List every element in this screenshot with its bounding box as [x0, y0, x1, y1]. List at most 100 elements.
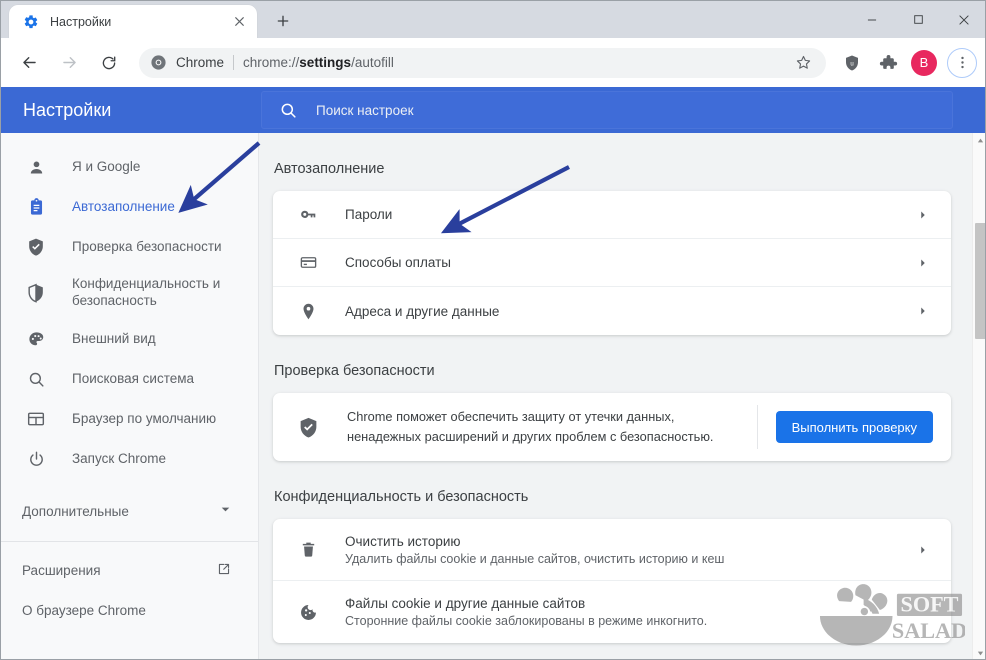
sidebar-item-label: Проверка безопасности — [72, 238, 222, 254]
tab-title: Настройки — [50, 14, 112, 29]
row-sublabel: Удалить файлы cookie и данные сайтов, оч… — [345, 551, 725, 566]
sidebar-item-default-browser[interactable]: Браузер по умолчанию — [1, 399, 258, 439]
settings-main-content: Автозаполнение Пароли Способы оплаты Адр… — [259, 133, 985, 659]
shield-check-filled-icon — [297, 416, 321, 439]
scroll-down-arrow-icon[interactable] — [973, 646, 985, 659]
credit-card-icon — [297, 253, 319, 272]
safety-check-card: Chrome поможет обеспечить защиту от утеч… — [273, 393, 951, 461]
sidebar-advanced-label: Дополнительные — [22, 503, 129, 519]
row-cookies-and-site-data[interactable]: Файлы cookie и другие данные сайтов Стор… — [273, 581, 951, 643]
location-pin-icon — [297, 302, 319, 321]
main-scrollbar[interactable] — [972, 133, 985, 659]
sidebar-item-autofill[interactable]: Автозаполнение — [1, 187, 258, 227]
svg-text:u: u — [850, 61, 853, 67]
row-label: Файлы cookie и другие данные сайтов — [345, 596, 586, 611]
back-arrow-icon[interactable] — [13, 47, 45, 79]
maximize-icon[interactable] — [895, 1, 941, 38]
run-safety-check-button[interactable]: Выполнить проверку — [775, 411, 933, 443]
sidebar-item-extensions[interactable]: Расширения — [1, 550, 258, 590]
sidebar-item-label: Автозаполнение — [72, 198, 175, 214]
avatar[interactable]: B — [911, 49, 937, 76]
clipboard-icon — [25, 197, 47, 217]
sidebar-item-about-chrome[interactable]: О браузере Chrome — [1, 590, 258, 630]
chrome-logo-icon — [150, 54, 167, 71]
shield-check-filled-icon — [25, 237, 47, 257]
row-label: Адреса и другие данные — [345, 303, 500, 319]
sidebar-item-label: Конфиденциальность и безопасность — [72, 276, 221, 308]
row-payment-methods[interactable]: Способы оплаты — [273, 239, 951, 287]
safety-check-description: Chrome поможет обеспечить защиту от утеч… — [347, 407, 757, 447]
address-bar-url: chrome://settings/autofill — [243, 55, 394, 70]
row-texts: Очистить историю Удалить файлы cookie и … — [345, 534, 917, 566]
sidebar-item-label: Запуск Chrome — [72, 450, 166, 466]
safety-text-line1: Chrome поможет обеспечить защиту от утеч… — [347, 409, 675, 425]
close-icon[interactable] — [941, 1, 985, 38]
tab-strip: Настройки — [1, 1, 985, 38]
scrollbar-thumb[interactable] — [975, 223, 985, 339]
sidebar-item-privacy-and-security[interactable]: Конфиденциальность и безопасность — [1, 267, 258, 319]
sidebar-item-label: Поисковая система — [72, 370, 195, 386]
autofill-card: Пароли Способы оплаты Адреса и другие да… — [273, 191, 951, 335]
row-label: Способы оплаты — [345, 255, 451, 270]
browser-window: Настройки Chrome chrome://settings/autof… — [0, 0, 986, 660]
security-chip-label: Chrome — [176, 55, 225, 70]
sidebar-extensions-label: Расширения — [22, 562, 101, 578]
search-icon — [279, 101, 298, 120]
address-bar[interactable]: Chrome chrome://settings/autofill — [139, 47, 826, 78]
section-title-privacy: Конфиденциальность и безопасность — [274, 489, 529, 505]
row-label: Очистить историю — [345, 533, 461, 549]
new-tab-button[interactable] — [269, 7, 297, 35]
palette-icon — [25, 330, 47, 349]
sidebar-item-you-and-google[interactable]: Я и Google — [1, 147, 258, 187]
trash-icon — [297, 540, 319, 559]
shield-half-icon — [25, 283, 47, 303]
shield-extension-icon[interactable]: u — [837, 48, 867, 78]
chevron-down-icon — [219, 503, 232, 519]
row-label: Пароли — [345, 207, 393, 222]
sidebar-item-safety-check[interactable]: Проверка безопасности — [1, 227, 258, 267]
bookmark-star-icon[interactable] — [785, 54, 812, 71]
browser-tab-settings[interactable]: Настройки — [9, 5, 257, 38]
cookie-icon — [297, 603, 319, 622]
sidebar-about-label: О браузере Chrome — [22, 602, 146, 618]
sidebar-item-on-startup[interactable]: Запуск Chrome — [1, 439, 258, 479]
external-link-icon — [216, 561, 232, 580]
settings-body: Я и Google Автозаполнение Проверка безоп… — [1, 133, 985, 659]
search-settings-input[interactable]: Поиск настроек — [261, 91, 953, 129]
row-clear-browsing-data[interactable]: Очистить историю Удалить файлы cookie и … — [273, 519, 951, 581]
forward-arrow-icon[interactable] — [53, 47, 85, 79]
puzzle-extensions-icon[interactable] — [873, 48, 903, 78]
settings-header: Настройки Поиск настроек — [1, 87, 985, 133]
row-texts: Файлы cookie и другие данные сайтов Стор… — [345, 596, 929, 628]
sidebar-item-label: Внешний вид — [72, 330, 156, 346]
sidebar-item-search-engine[interactable]: Поисковая система — [1, 359, 258, 399]
sidebar-item-advanced[interactable]: Дополнительные — [1, 487, 258, 535]
three-dot-menu-icon[interactable] — [947, 47, 977, 78]
window-controls — [849, 1, 985, 38]
chevron-right-icon — [917, 544, 929, 556]
settings-gear-icon — [23, 14, 39, 30]
privacy-card: Очистить историю Удалить файлы cookie и … — [273, 519, 951, 643]
minimize-icon[interactable] — [849, 1, 895, 38]
sidebar-item-label: Браузер по умолчанию — [72, 410, 217, 426]
scroll-up-arrow-icon[interactable] — [973, 133, 985, 148]
chevron-right-icon — [917, 209, 929, 221]
page-title: Настройки — [23, 99, 112, 120]
section-title-safety-check: Проверка безопасности — [274, 363, 435, 379]
row-addresses[interactable]: Адреса и другие данные — [273, 287, 951, 335]
safety-card-divider — [756, 405, 758, 449]
section-title-autofill: Автозаполнение — [274, 161, 385, 177]
sidebar-divider — [1, 541, 258, 542]
row-sublabel: Сторонние файлы cookie заблокированы в р… — [345, 614, 708, 628]
safety-text-line2: ненадежных расширений и других проблем с… — [347, 429, 714, 444]
reload-icon[interactable] — [93, 47, 125, 79]
row-passwords[interactable]: Пароли — [273, 191, 951, 239]
tab-close-icon[interactable] — [229, 12, 249, 32]
search-placeholder: Поиск настроек — [316, 102, 414, 118]
sidebar-item-label: Я и Google — [72, 158, 141, 174]
browser-window-icon — [25, 409, 47, 429]
search-icon — [25, 370, 47, 389]
omnibox-divider — [233, 55, 235, 70]
sidebar-item-appearance[interactable]: Внешний вид — [1, 319, 258, 359]
chevron-right-icon — [917, 257, 929, 269]
